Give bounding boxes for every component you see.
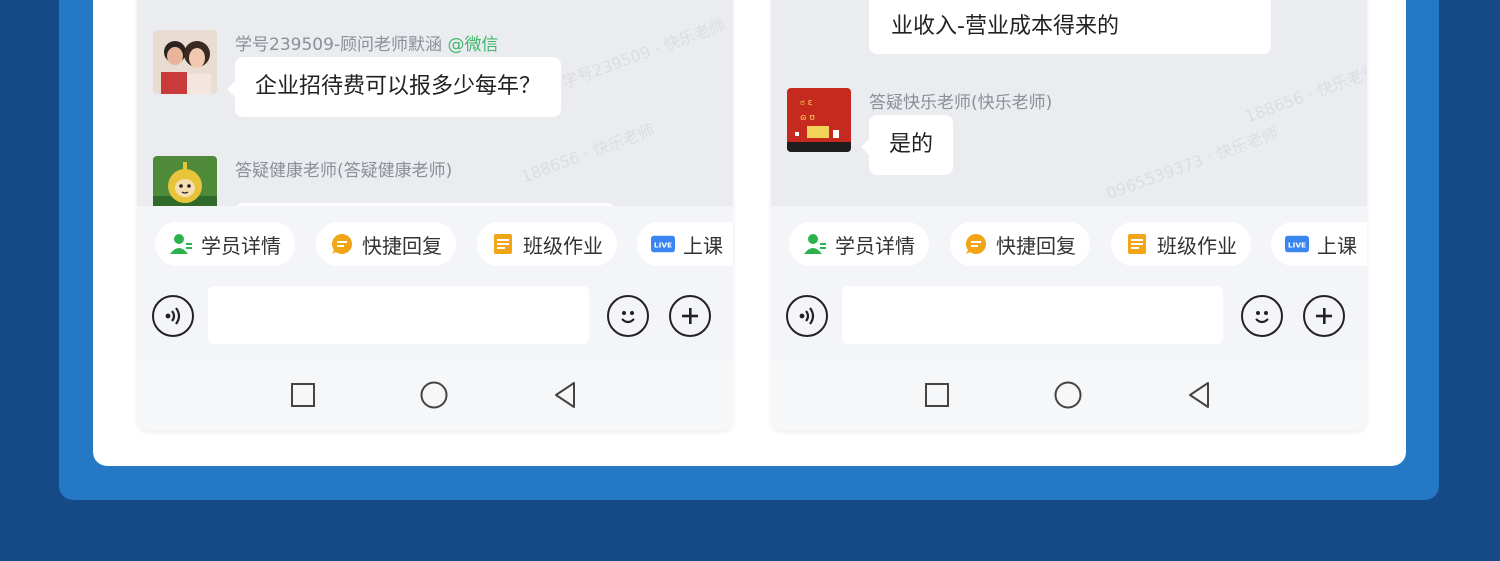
voice-icon — [165, 307, 181, 325]
circle-icon — [1054, 381, 1082, 409]
chip-label: 学员详情 — [835, 233, 915, 258]
chip-live-class[interactable]: LIVE 上课 — [637, 222, 733, 266]
svg-text:ಠ ɛ: ಠ ɛ — [800, 98, 813, 108]
input-row — [771, 274, 1367, 360]
watermark: 188656 · 快乐老师 — [1242, 60, 1367, 127]
chip-label: 班级作业 — [523, 233, 603, 258]
chat-area[interactable]: 学号239509 · 快乐老师 188656 · 快乐老师 学号239509-顾… — [137, 0, 733, 206]
chip-label: 学员详情 — [201, 233, 281, 258]
user-detail-icon — [169, 232, 193, 256]
chip-student-details[interactable]: 学员详情 — [155, 222, 295, 266]
quick-reply-icon — [964, 232, 988, 256]
homework-icon — [491, 232, 515, 256]
avatar[interactable] — [153, 156, 217, 206]
sender-name: 答疑健康老师(答疑健康老师) — [235, 161, 453, 181]
sender-label: 学号239509-顾问老师默涵 — [235, 35, 443, 55]
message-input[interactable] — [208, 286, 589, 344]
user-detail-icon — [803, 232, 827, 256]
voice-button[interactable] — [152, 295, 194, 337]
chip-live-class[interactable]: LIVE 上课 — [1271, 222, 1367, 266]
right-phone-screen: 188656 · 快乐老师 0965539373 · 快乐老师 业收入-营业成本… — [771, 0, 1367, 430]
system-nav-bar — [771, 360, 1367, 430]
voice-icon — [799, 307, 815, 325]
system-nav-bar — [137, 360, 733, 430]
chip-student-details[interactable]: 学员详情 — [789, 222, 929, 266]
emoji-button[interactable] — [607, 295, 649, 337]
left-phone-screen: 学号239509 · 快乐老师 188656 · 快乐老师 学号239509-顾… — [137, 0, 733, 430]
live-icon: LIVE — [1285, 232, 1309, 256]
back-button[interactable] — [550, 380, 580, 410]
message-bubble[interactable]: 业收入-营业成本得来的 — [869, 0, 1271, 54]
watermark: 188656 · 快乐老师 — [518, 120, 657, 187]
watermark: 学号239509 · 快乐老师 — [559, 15, 728, 92]
chip-quick-reply[interactable]: 快捷回复 — [950, 222, 1090, 266]
chip-label: 上课 — [1317, 233, 1357, 258]
triangle-back-icon — [555, 382, 575, 408]
live-icon: LIVE — [651, 232, 675, 256]
avatar[interactable]: ಠ ɛ ɷ ʊ — [787, 88, 851, 152]
input-row — [137, 274, 733, 360]
svg-text:ɷ ʊ: ɷ ʊ — [800, 113, 815, 123]
avatar[interactable] — [153, 30, 217, 94]
emoji-button[interactable] — [1241, 295, 1283, 337]
message-bubble[interactable]: 企业招待费可以报多少每年？ — [226, 57, 562, 117]
home-button[interactable] — [419, 380, 449, 410]
add-button[interactable] — [669, 295, 711, 337]
quick-action-bar: 学员详情 快捷回复 班级作业 LIVE 上课 — [137, 206, 733, 274]
home-button[interactable] — [1053, 380, 1083, 410]
chip-class-homework[interactable]: 班级作业 — [1111, 222, 1251, 266]
bubble-line-cut — [891, 0, 1249, 10]
back-button[interactable] — [1184, 380, 1214, 410]
bubble-line: 业收入-营业成本得来的 — [891, 14, 1119, 39]
square-icon — [291, 383, 315, 407]
homework-icon — [1125, 232, 1149, 256]
chat-area[interactable]: 188656 · 快乐老师 0965539373 · 快乐老师 业收入-营业成本… — [771, 0, 1367, 206]
chip-label: 上课 — [683, 233, 723, 258]
message-bubble[interactable]: 是的 — [860, 115, 954, 175]
add-button[interactable] — [1303, 295, 1345, 337]
square-icon — [925, 383, 949, 407]
watermark: 0965539373 · 快乐老师 — [1103, 123, 1281, 204]
recent-apps-button[interactable] — [922, 380, 952, 410]
recent-apps-button[interactable] — [288, 380, 318, 410]
live-badge: LIVE — [1288, 241, 1306, 250]
triangle-back-icon — [1189, 382, 1209, 408]
message-input[interactable] — [842, 286, 1223, 344]
emoji-icon — [621, 311, 635, 324]
sender-name: 答疑快乐老师(快乐老师) — [869, 93, 1053, 113]
quick-reply-icon — [330, 232, 354, 256]
emoji-icon — [1255, 311, 1269, 324]
circle-icon — [420, 381, 448, 409]
chip-class-homework[interactable]: 班级作业 — [477, 222, 617, 266]
plus-icon — [1316, 308, 1332, 324]
chip-quick-reply[interactable]: 快捷回复 — [316, 222, 456, 266]
chip-label: 快捷回复 — [362, 233, 442, 258]
sender-name: 学号239509-顾问老师默涵 @微信 — [235, 30, 498, 55]
chip-label: 快捷回复 — [996, 233, 1076, 258]
plus-icon — [682, 308, 698, 324]
live-badge: LIVE — [654, 241, 672, 250]
voice-button[interactable] — [786, 295, 828, 337]
quick-action-bar: 学员详情 快捷回复 班级作业 LIVE 上课 — [771, 206, 1367, 274]
chip-label: 班级作业 — [1157, 233, 1237, 258]
wechat-tag: @微信 — [447, 35, 499, 55]
